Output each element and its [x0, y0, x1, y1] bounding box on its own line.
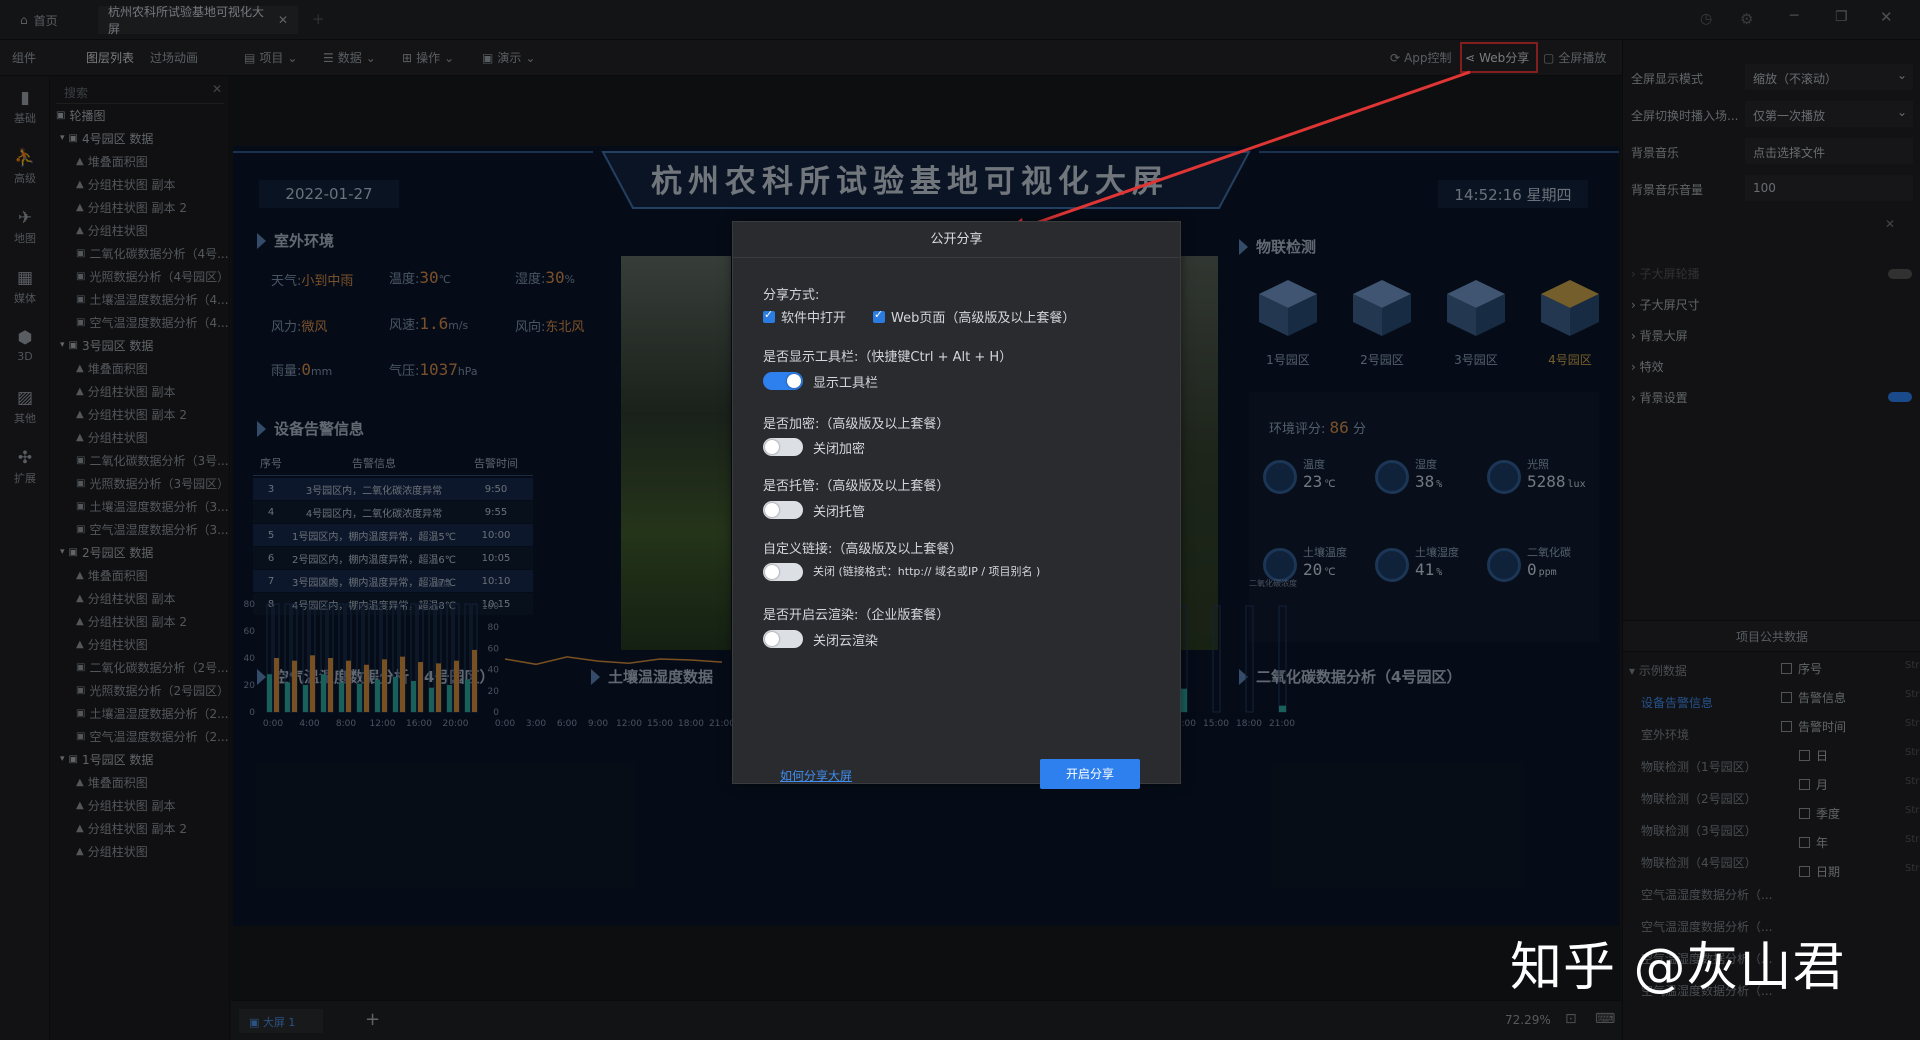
- web-page-checkbox[interactable]: Web页面（高级版及以上套餐）: [873, 307, 1075, 326]
- cloud-render-value: 关闭云渲染: [813, 634, 879, 649]
- toolbar-value: 显示工具栏: [813, 376, 879, 391]
- start-share-button[interactable]: 开启分享: [1040, 759, 1140, 789]
- toolbar-toggle[interactable]: [763, 372, 803, 390]
- host-label: 是否托管:（高级版及以上套餐）: [763, 479, 950, 494]
- custom-link-label: 自定义链接:（高级版及以上套餐）: [763, 542, 963, 557]
- dialog-title: 公开分享: [733, 222, 1180, 258]
- checkbox-checked-icon: [763, 308, 775, 323]
- encrypt-toggle[interactable]: [763, 438, 803, 456]
- open-in-software-label: 软件中打开: [781, 311, 847, 326]
- encrypt-value: 关闭加密: [813, 442, 866, 457]
- share-mode-label: 分享方式:: [763, 288, 820, 303]
- app-window: ⌂ 首页 杭州农科所试验基地可视化大屏 ✕ + ◷ ⚙ ─ ❐ ✕ 组件 图层列…: [0, 0, 1920, 1040]
- howto-link[interactable]: 如何分享大屏: [780, 767, 852, 784]
- share-dialog: 公开分享 分享方式: 软件中打开 Web页面（高级版及以上套餐） 是否显示工具栏…: [732, 221, 1181, 789]
- host-value: 关闭托管: [813, 505, 866, 520]
- cloud-render-toggle[interactable]: [763, 630, 803, 648]
- host-toggle[interactable]: [763, 501, 803, 519]
- encrypt-label: 是否加密:（高级版及以上套餐）: [763, 417, 950, 432]
- checkbox-checked-icon: [873, 308, 885, 323]
- toolbar-label: 是否显示工具栏:（快捷键Ctrl + Alt + H）: [763, 350, 1013, 365]
- web-page-label: Web页面（高级版及以上套餐）: [891, 311, 1076, 326]
- custom-link-value: 关闭 (链接格式：http:// 域名或IP / 项目别名 ): [813, 565, 1041, 578]
- cloud-render-label: 是否开启云渲染:（企业版套餐）: [763, 608, 950, 623]
- watermark: 知乎 @灰山君: [1510, 938, 1846, 998]
- open-in-software-checkbox[interactable]: 软件中打开: [763, 307, 846, 326]
- custom-link-toggle[interactable]: [763, 563, 803, 581]
